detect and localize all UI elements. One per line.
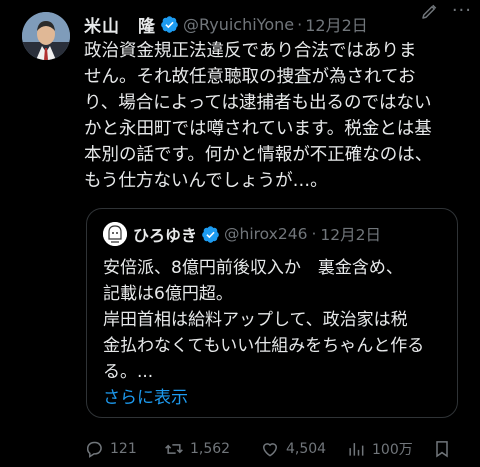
quoted-tweet-text: 安倍派、8億円前後収入か 裏金含め、 記載は6億円超。 岸田首相は給料アップして… — [103, 255, 449, 411]
quoted-tweet-header: ひろゆき @hirox246 · 12月2日 — [103, 221, 447, 247]
quoted-author-name[interactable]: ひろゆき — [133, 222, 197, 246]
header-separator: · — [297, 14, 303, 34]
quoted-author-avatar[interactable] — [103, 222, 127, 246]
verified-badge-icon — [160, 15, 179, 34]
like-button[interactable]: 4,504 — [260, 439, 346, 459]
quoted-text-line: 岸田首相は給料アップして、政治家は税 — [103, 310, 408, 330]
tweet-text-line: もう仕方ないんでしょうが…。 — [84, 171, 328, 191]
quoted-header-separator: · — [311, 225, 317, 243]
quoted-text-line: る。... — [103, 362, 154, 382]
quoted-tweet-date[interactable]: 12月2日 — [320, 223, 381, 245]
repost-icon — [165, 444, 183, 454]
show-more-link[interactable]: さらに表示 — [103, 385, 449, 411]
quoted-tweet-card[interactable]: ひろゆき @hirox246 · 12月2日 安倍派、8億円前後収入か 裏金含め… — [86, 208, 458, 418]
tweet-date[interactable]: 12月2日 — [305, 12, 368, 36]
grok-icon[interactable] — [420, 3, 438, 21]
tweet-header: 米山 隆 @RyuichiYone · 12月2日 — [84, 12, 468, 37]
tweet-actions-bar: 121 1,562 4,504 100万 — [84, 436, 470, 462]
quoted-text-line: 記載は6億円超。 — [103, 284, 233, 304]
reply-button[interactable]: 121 — [84, 439, 164, 459]
tweet-text-line: 本別の話です。何かと情報が不正確なのは、 — [84, 145, 433, 165]
author-handle[interactable]: @RyuichiYone — [183, 15, 294, 34]
quoted-text-line: 安倍派、8億円前後収入か 裏金含め、 — [103, 258, 403, 278]
tweet-text-line: せん。それ故任意聴取の捜査が為されてお — [84, 67, 416, 87]
quoted-author-handle[interactable]: @hirox246 — [224, 225, 307, 243]
author-avatar[interactable] — [22, 12, 70, 60]
like-count: 4,504 — [286, 441, 327, 457]
tweet-text-line: 政治資金規正法違反であり合法ではありま — [84, 41, 417, 61]
author-name[interactable]: 米山 隆 — [84, 12, 156, 37]
bookmark-icon — [436, 441, 448, 458]
heart-icon — [262, 443, 278, 457]
repost-button[interactable]: 1,562 — [164, 439, 260, 459]
more-options-button[interactable]: ··· — [452, 0, 472, 21]
views-count: 100万 — [372, 442, 413, 458]
quoted-verified-badge-icon — [201, 225, 220, 244]
repost-count: 1,562 — [190, 441, 231, 457]
views-button[interactable]: 100万 — [346, 439, 432, 459]
reply-icon — [86, 441, 102, 458]
tweet-text-line: かと永田町では噂されています。税金とは基 — [84, 119, 432, 139]
views-chart-icon — [349, 443, 364, 456]
reply-count: 121 — [110, 441, 137, 457]
quoted-text-line: 金払わなくてもいい仕組みをちゃんと作る — [103, 336, 425, 356]
bookmark-button[interactable] — [432, 439, 462, 459]
tweet-text: 政治資金規正法違反であり合法ではありま せん。それ故任意聴取の捜査が為されてお … — [84, 38, 472, 194]
tweet-text-line: り、場合によっては逮捕者も出るのではない — [84, 93, 432, 113]
